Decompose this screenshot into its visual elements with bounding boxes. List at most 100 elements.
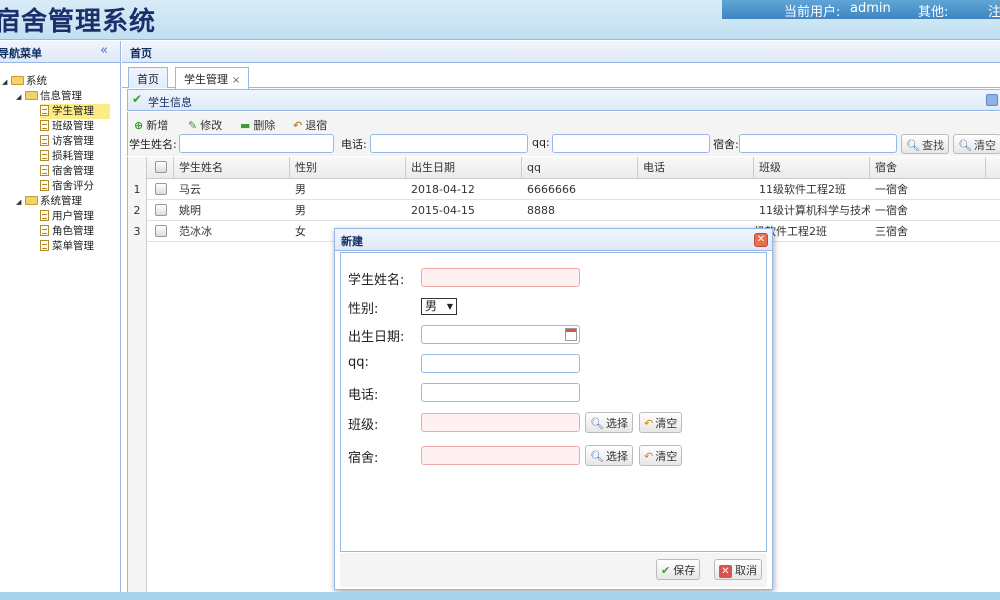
sidebar-item-visitor-management[interactable]: 访客管理 <box>40 134 94 149</box>
column-header-name[interactable]: 学生姓名 <box>174 157 290 179</box>
tab-home[interactable]: 首页 <box>128 67 168 88</box>
close-icon[interactable]: ✕ <box>754 233 768 247</box>
class-field[interactable] <box>421 413 580 432</box>
checkmark-icon: ✔ <box>132 92 143 106</box>
dialog-title: 新建 <box>341 235 363 248</box>
column-header-phone[interactable]: 电话 <box>638 157 754 179</box>
select-all-header[interactable] <box>147 157 174 179</box>
birth-date-field[interactable] <box>421 325 580 344</box>
search-name-label: 学生姓名: <box>129 138 177 151</box>
close-icon[interactable]: × <box>232 75 240 86</box>
delete-button[interactable]: ▬ 删除 <box>240 117 275 133</box>
sidebar-item-menu-management[interactable]: 菜单管理 <box>40 239 94 254</box>
tab-student-management[interactable]: 学生管理 × <box>175 67 250 89</box>
search-icon: 🔍︎ <box>590 450 604 463</box>
tab-bar: 首页 学生管理 × <box>122 64 1000 89</box>
column-header-gender[interactable]: 性别 <box>290 157 406 179</box>
folder-open-icon <box>25 91 38 100</box>
tree-node-system-management[interactable]: ◢ 系统管理 <box>16 194 82 209</box>
cell-birth: 2018-04-12 <box>411 183 475 196</box>
row-checkbox[interactable] <box>155 204 167 216</box>
sidebar-item-role-management[interactable]: 角色管理 <box>40 224 94 239</box>
clear-class-button[interactable]: ↶ 清空 <box>639 412 683 433</box>
search-dorm-input[interactable] <box>739 134 897 153</box>
search-name-input[interactable] <box>179 134 334 153</box>
double-chevron-left-icon[interactable]: « <box>100 43 108 58</box>
select-all-checkbox[interactable] <box>155 161 167 173</box>
clear-dorm-button[interactable]: ↶ 清空 <box>639 445 683 466</box>
new-student-dialog: 新建 ✕ 学生姓名: 性别: 男 ▼ 出生日期: qq: 电话: 班级: 🔍︎ 选择… <box>334 228 773 590</box>
search-qq-label: qq: <box>532 136 550 149</box>
file-icon <box>40 240 49 251</box>
checkout-button[interactable]: ↶ 退宿 <box>293 117 327 133</box>
panel-title: 学生信息 <box>148 96 192 109</box>
search-qq-input[interactable] <box>552 134 710 153</box>
sidebar-item-damage-management[interactable]: 损耗管理 <box>40 149 94 164</box>
cell-gender: 男 <box>295 183 306 196</box>
panel-collapse-icon[interactable] <box>986 94 998 106</box>
sidebar-header: 导航菜单 « <box>0 41 120 63</box>
phone-label: 电话: <box>348 388 379 403</box>
cell-class: 11级软件工程2班 <box>759 183 846 196</box>
cell-dorm: 一宿舍 <box>875 183 908 196</box>
search-icon: 🔍︎ <box>906 139 920 152</box>
cell-name: 马云 <box>179 183 201 196</box>
find-button[interactable]: 🔍︎ 查找 <box>901 134 949 154</box>
select-dorm-button[interactable]: 🔍︎ 选择 <box>585 445 633 466</box>
sidebar-item-dorm-rating[interactable]: 宿舍评分 <box>40 179 94 194</box>
logout-link[interactable]: 注 <box>988 1 1000 20</box>
main-title: 首页 <box>130 47 152 60</box>
column-header-class[interactable]: 班级 <box>754 157 870 179</box>
select-class-button[interactable]: 🔍︎ 选择 <box>585 412 633 433</box>
footer-bar <box>0 592 1000 600</box>
gender-label: 性别: <box>348 302 379 317</box>
sidebar-title: 导航菜单 <box>0 47 42 60</box>
phone-field[interactable] <box>421 383 580 402</box>
row-number-header <box>128 157 147 179</box>
cell-name: 范冰冰 <box>179 225 212 238</box>
file-icon <box>40 180 49 191</box>
search-phone-input[interactable] <box>370 134 528 153</box>
row-number: 1 <box>128 179 147 200</box>
cell-class: 11级计算机科学与技术 <box>759 204 870 217</box>
expand-triangle-icon[interactable]: ◢ <box>16 195 25 210</box>
sidebar-item-dorm-management[interactable]: 宿舍管理 <box>40 164 94 179</box>
expand-triangle-icon[interactable]: ◢ <box>2 75 11 90</box>
class-label: 班级: <box>348 418 379 433</box>
column-header-birth[interactable]: 出生日期 <box>406 157 522 179</box>
table-row[interactable]: 1 马云 男 2018-04-12 6666666 11级软件工程2班 一宿舍 <box>128 179 1000 200</box>
name-field[interactable] <box>421 268 580 287</box>
row-checkbox[interactable] <box>155 225 167 237</box>
sidebar-item-student-management[interactable]: 学生管理 <box>40 104 110 119</box>
sidebar-item-class-management[interactable]: 班级管理 <box>40 119 94 134</box>
edit-button[interactable]: ✎ 修改 <box>188 117 222 133</box>
sidebar-item-user-management[interactable]: 用户管理 <box>40 209 94 224</box>
row-number: 2 <box>128 200 147 221</box>
cancel-button[interactable]: ✕ 取消 <box>714 559 762 580</box>
user-bar: 当前用户: admin 其他: 注 <box>722 0 1000 20</box>
qq-field[interactable] <box>421 354 580 373</box>
column-header-dorm[interactable]: 宿舍 <box>870 157 986 179</box>
clear-search-button[interactable]: 🔍︎ 清空 <box>953 134 1000 154</box>
table-row[interactable]: 2 姚明 男 2015-04-15 8888 11级计算机科学与技术 一宿舍 <box>128 200 1000 221</box>
folder-open-icon <box>25 196 38 205</box>
expand-triangle-icon[interactable]: ◢ <box>16 90 25 105</box>
other-label: 其他: <box>918 5 949 20</box>
tree-node-info-management[interactable]: ◢ 信息管理 <box>16 89 82 104</box>
qq-label: qq: <box>348 355 369 370</box>
save-button[interactable]: ✔ 保存 <box>656 559 701 580</box>
gender-select[interactable]: 男 ▼ <box>421 298 457 315</box>
birth-label: 出生日期: <box>348 330 405 345</box>
dorm-field[interactable] <box>421 446 580 465</box>
cell-name: 姚明 <box>179 204 201 217</box>
column-header-qq[interactable]: qq <box>522 157 638 179</box>
row-checkbox[interactable] <box>155 183 167 195</box>
grid-header: 学生姓名 性别 出生日期 qq 电话 班级 宿舍 <box>128 157 1000 179</box>
tree-node-system[interactable]: ◢ 系统 <box>2 74 47 89</box>
calendar-icon[interactable] <box>565 328 577 341</box>
search-dorm-label: 宿舍: <box>713 138 739 151</box>
file-icon <box>40 165 49 176</box>
dorm-label: 宿舍: <box>348 451 379 466</box>
add-button[interactable]: ⊕ 新增 <box>134 117 168 133</box>
file-icon <box>40 210 49 221</box>
